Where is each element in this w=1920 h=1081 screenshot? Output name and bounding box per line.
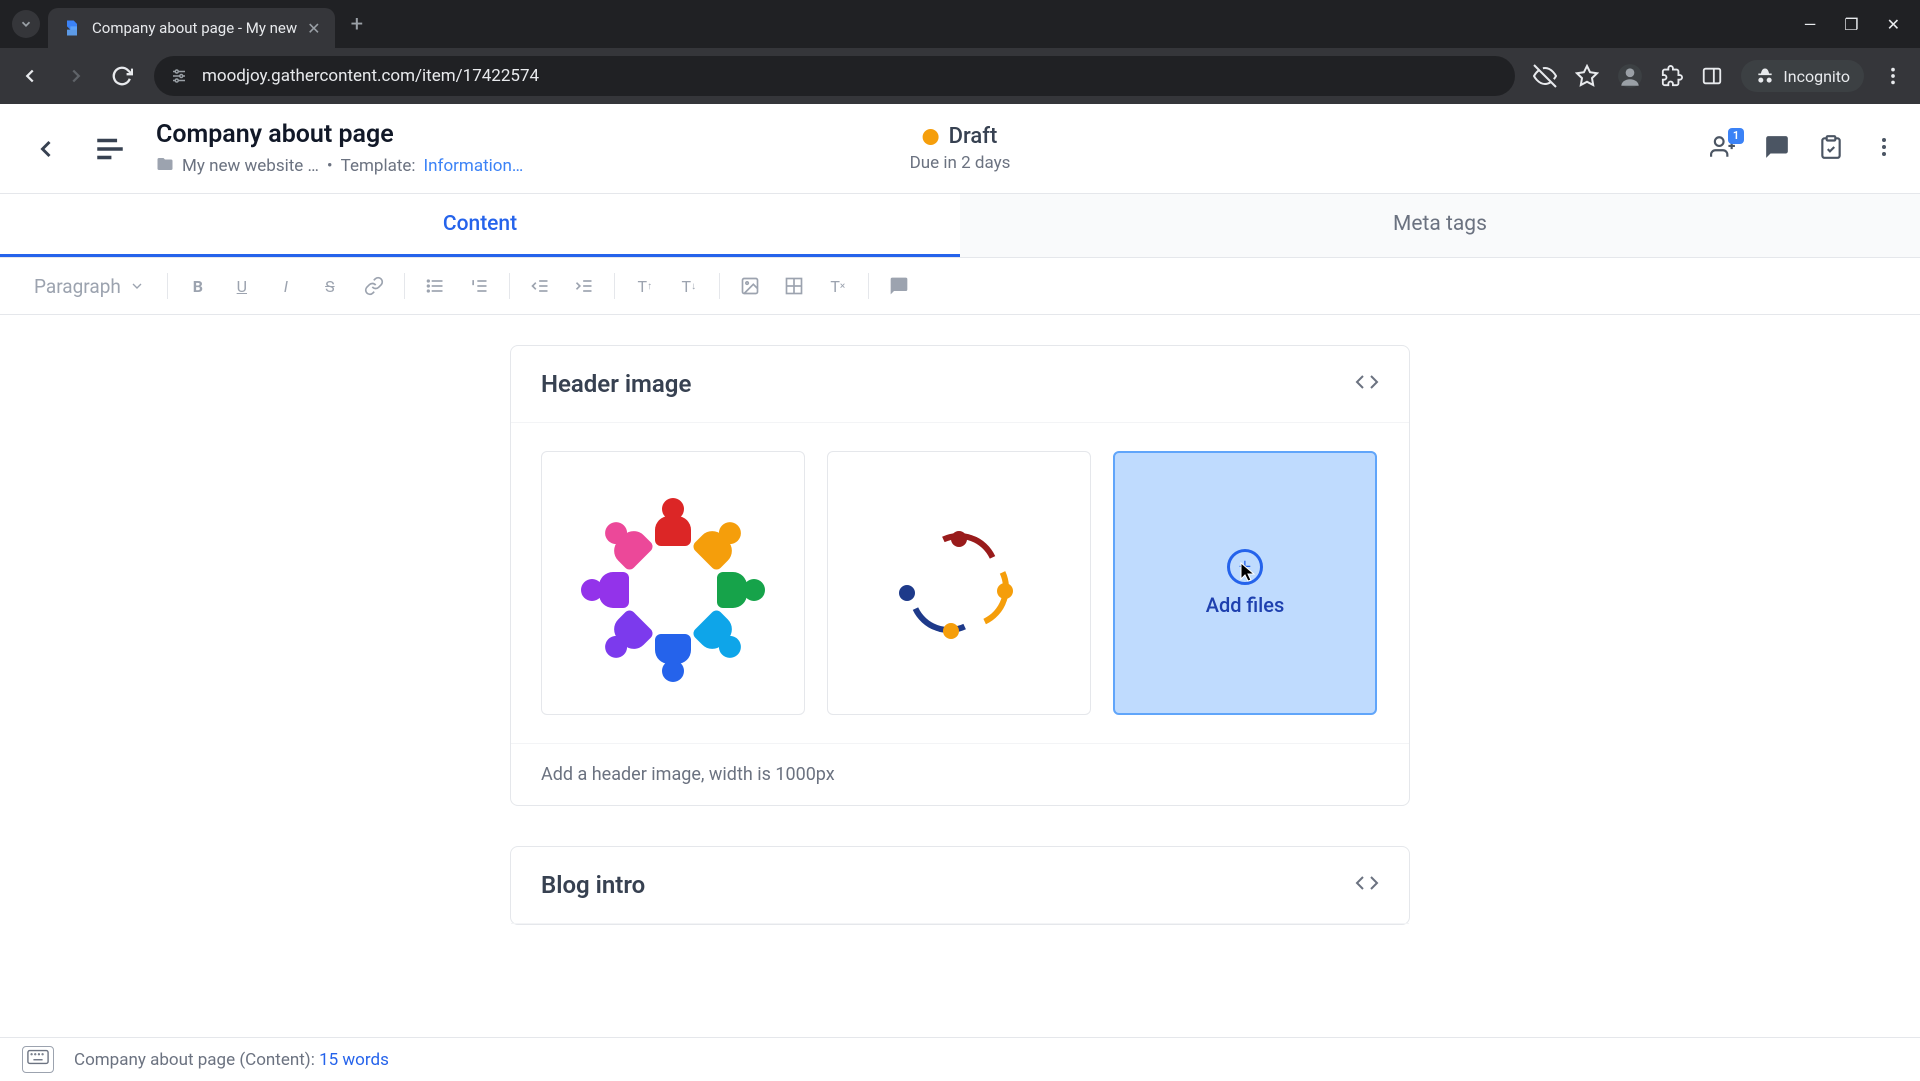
tasks-button[interactable] bbox=[1818, 134, 1844, 164]
word-count[interactable]: 15 words bbox=[319, 1050, 389, 1070]
bullet-list-button[interactable] bbox=[417, 268, 453, 304]
outdent-button[interactable] bbox=[522, 268, 558, 304]
card-title: Header image bbox=[541, 370, 691, 398]
blog-intro-card: Blog intro bbox=[510, 846, 1410, 925]
add-files-button[interactable]: + Add files bbox=[1113, 451, 1377, 715]
url-text: moodjoy.gathercontent.com/item/17422574 bbox=[202, 66, 539, 86]
window-controls: — ❐ ✕ bbox=[1804, 15, 1908, 34]
code-icon[interactable] bbox=[1355, 370, 1379, 398]
outline-menu-button[interactable] bbox=[88, 127, 132, 171]
address-bar: moodjoy.gathercontent.com/item/17422574 … bbox=[0, 48, 1920, 104]
tab-meta-tags[interactable]: Meta tags bbox=[960, 194, 1920, 257]
comments-button[interactable] bbox=[1764, 134, 1790, 164]
header-actions: 1 bbox=[1710, 134, 1896, 164]
page-title: Company about page bbox=[156, 120, 523, 149]
due-text: Due in 2 days bbox=[910, 153, 1011, 173]
browser-menu-icon[interactable] bbox=[1882, 65, 1904, 87]
link-button[interactable] bbox=[356, 268, 392, 304]
url-field[interactable]: moodjoy.gathercontent.com/item/17422574 bbox=[154, 56, 1515, 96]
subscript-button[interactable]: T↓ bbox=[671, 268, 707, 304]
browser-chrome: Company about page - My new ✕ + — ❐ ✕ mo… bbox=[0, 0, 1920, 104]
address-actions: Incognito bbox=[1533, 60, 1904, 92]
indent-button[interactable] bbox=[566, 268, 602, 304]
maximize-button[interactable]: ❐ bbox=[1844, 15, 1858, 34]
sidepanel-icon[interactable] bbox=[1701, 65, 1723, 87]
template-label: Template: bbox=[341, 156, 416, 176]
plus-circle-icon: + bbox=[1227, 549, 1263, 585]
incognito-badge[interactable]: Incognito bbox=[1741, 60, 1864, 92]
eye-off-icon[interactable] bbox=[1533, 64, 1557, 88]
status-dot-icon bbox=[923, 129, 939, 145]
tab-content[interactable]: Content bbox=[0, 194, 960, 257]
ordered-list-button[interactable] bbox=[461, 268, 497, 304]
clear-format-button[interactable]: T× bbox=[820, 268, 856, 304]
app-back-button[interactable] bbox=[24, 127, 68, 171]
superscript-button[interactable]: T↑ bbox=[627, 268, 663, 304]
thumbnail-2[interactable] bbox=[827, 451, 1091, 715]
close-window-button[interactable]: ✕ bbox=[1887, 15, 1900, 34]
code-icon[interactable] bbox=[1355, 871, 1379, 899]
template-link[interactable]: Information… bbox=[424, 156, 524, 176]
reload-button[interactable] bbox=[108, 62, 136, 90]
browser-tab[interactable]: Company about page - My new ✕ bbox=[48, 8, 335, 48]
header-image-card: Header image bbox=[510, 345, 1410, 806]
content-area[interactable]: Header image bbox=[0, 315, 1920, 1037]
table-button[interactable] bbox=[776, 268, 812, 304]
add-files-label: Add files bbox=[1206, 593, 1285, 617]
strikethrough-button[interactable]: S bbox=[312, 268, 348, 304]
incognito-label: Incognito bbox=[1783, 67, 1850, 86]
breadcrumb: My new website … • Template: Information… bbox=[156, 155, 523, 178]
title-block: Company about page My new website … • Te… bbox=[156, 120, 523, 178]
breadcrumb-project[interactable]: My new website … bbox=[182, 156, 319, 176]
profile-avatar-icon[interactable] bbox=[1617, 63, 1643, 89]
extensions-icon[interactable] bbox=[1661, 65, 1683, 87]
tab-search-button[interactable] bbox=[12, 10, 40, 38]
footer-doc-info: Company about page (Content): 15 words bbox=[74, 1050, 389, 1070]
status-row[interactable]: Draft bbox=[923, 124, 998, 149]
cursor-icon bbox=[1236, 560, 1260, 584]
people-button[interactable]: 1 bbox=[1710, 134, 1736, 164]
bold-button[interactable]: B bbox=[180, 268, 216, 304]
card-hint: Add a header image, width is 1000px bbox=[511, 743, 1409, 805]
footer-bar: Company about page (Content): 15 words bbox=[0, 1037, 1920, 1081]
minimize-button[interactable]: — bbox=[1804, 15, 1817, 34]
card-title: Blog intro bbox=[541, 871, 645, 899]
status-block: Draft Due in 2 days bbox=[910, 124, 1011, 173]
image-button[interactable] bbox=[732, 268, 768, 304]
incognito-icon bbox=[1755, 66, 1775, 86]
comment-add-button[interactable] bbox=[881, 268, 917, 304]
app-header: Company about page My new website … • Te… bbox=[0, 104, 1920, 194]
tab-favicon-icon bbox=[62, 18, 82, 38]
italic-button[interactable]: I bbox=[268, 268, 304, 304]
more-menu-button[interactable] bbox=[1872, 135, 1896, 163]
bookmark-star-icon[interactable] bbox=[1575, 64, 1599, 88]
new-tab-button[interactable]: + bbox=[343, 8, 371, 41]
thumbnail-1[interactable] bbox=[541, 451, 805, 715]
nav-forward-button[interactable] bbox=[62, 62, 90, 90]
site-settings-icon[interactable] bbox=[170, 67, 188, 85]
folder-icon bbox=[156, 155, 174, 178]
paragraph-style-select[interactable]: Paragraph bbox=[24, 269, 155, 304]
nav-back-button[interactable] bbox=[16, 62, 44, 90]
status-label: Draft bbox=[949, 124, 998, 149]
editor-toolbar: Paragraph B U I S T↑ T↓ T× bbox=[0, 258, 1920, 315]
keyboard-icon[interactable] bbox=[22, 1046, 54, 1073]
people-badge: 1 bbox=[1728, 128, 1744, 144]
underline-button[interactable]: U bbox=[224, 268, 260, 304]
tab-strip: Company about page - My new ✕ + — ❐ ✕ bbox=[0, 0, 1920, 48]
content-tabs: Content Meta tags bbox=[0, 194, 1920, 258]
tab-close-icon[interactable]: ✕ bbox=[307, 19, 320, 38]
tab-title: Company about page - My new bbox=[92, 19, 297, 37]
